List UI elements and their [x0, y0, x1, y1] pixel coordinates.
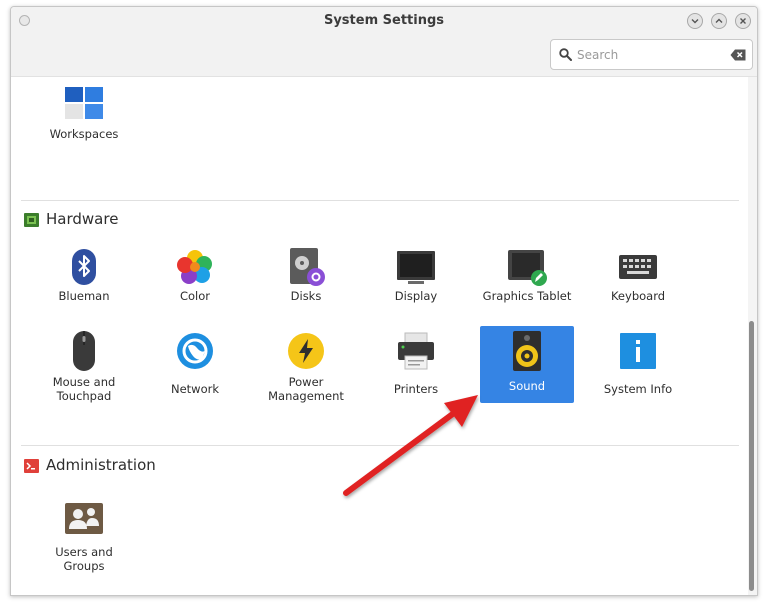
settings-item-workspaces[interactable]: Workspaces: [37, 87, 131, 143]
settings-item-display[interactable]: Display: [369, 247, 463, 315]
mouse-icon: [73, 331, 95, 371]
section-divider: [21, 445, 739, 446]
section-title: Administration: [46, 456, 156, 474]
item-label: Power Management: [268, 375, 344, 403]
settings-content: Workspaces Hardware Blueman Color Disks …: [11, 77, 749, 595]
item-label: Sound: [508, 379, 546, 393]
network-icon: [177, 333, 213, 369]
settings-item-color[interactable]: Color: [148, 247, 242, 315]
clear-search-icon[interactable]: [730, 49, 746, 61]
item-label: Workspaces: [49, 127, 119, 141]
item-label: Mouse and Touchpad: [52, 375, 116, 403]
power-icon: [288, 333, 324, 369]
settings-item-mouse[interactable]: Mouse and Touchpad: [37, 329, 131, 409]
section-divider: [21, 200, 739, 201]
settings-item-power[interactable]: Power Management: [259, 329, 353, 409]
item-label: Color: [179, 289, 211, 303]
graphics-tablet-icon: [508, 250, 547, 286]
search-input[interactable]: [577, 45, 722, 64]
hardware-chip-icon: [24, 213, 39, 227]
section-title: Hardware: [46, 210, 119, 228]
color-icon: [177, 250, 212, 284]
printer-icon: [398, 332, 434, 370]
search-icon: [559, 48, 572, 61]
settings-item-system-info[interactable]: System Info: [591, 329, 685, 409]
item-label: Keyboard: [610, 289, 666, 303]
bluetooth-icon: [72, 249, 96, 285]
minimize-button[interactable]: [687, 13, 703, 29]
settings-item-blueman[interactable]: Blueman: [37, 247, 131, 315]
info-icon: [620, 333, 656, 369]
settings-item-users-groups[interactable]: Users and Groups: [37, 499, 131, 579]
users-icon: [65, 503, 103, 534]
settings-item-graphics-tablet[interactable]: Graphics Tablet: [480, 247, 574, 315]
settings-item-network[interactable]: Network: [148, 329, 242, 409]
title-bar: System Settings: [11, 7, 757, 77]
close-button[interactable]: [735, 13, 751, 29]
display-icon: [397, 251, 435, 284]
settings-item-printers[interactable]: Printers: [369, 329, 463, 409]
workspaces-icon: [65, 87, 103, 119]
settings-item-keyboard[interactable]: Keyboard: [591, 247, 685, 315]
item-label: Printers: [393, 382, 439, 396]
system-settings-window: System Settings Search Workspaces Hardwa…: [10, 6, 758, 596]
vertical-scrollbar[interactable]: [748, 77, 757, 595]
keyboard-icon: [619, 255, 657, 279]
section-hardware: Hardware: [21, 210, 221, 230]
item-label: System Info: [603, 382, 673, 396]
search-box[interactable]: [550, 39, 753, 70]
section-administration: Administration: [21, 456, 241, 476]
item-label: Disks: [290, 289, 322, 303]
administration-terminal-icon: [24, 459, 39, 473]
speaker-icon: [513, 331, 541, 371]
disks-icon: [290, 248, 325, 286]
scrollbar-thumb[interactable]: [749, 321, 754, 591]
settings-item-sound[interactable]: Sound: [480, 326, 574, 403]
item-label: Blueman: [58, 289, 110, 303]
maximize-button[interactable]: [711, 13, 727, 29]
item-label: Display: [394, 289, 438, 303]
settings-item-disks[interactable]: Disks: [259, 247, 353, 315]
item-label: Graphics Tablet: [482, 289, 572, 303]
item-label: Network: [170, 382, 220, 396]
item-label: Users and Groups: [55, 545, 113, 573]
window-title: System Settings: [323, 13, 445, 28]
